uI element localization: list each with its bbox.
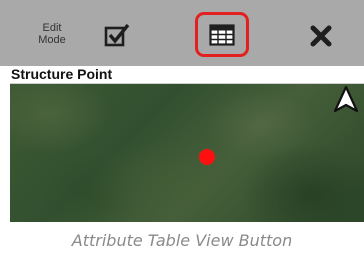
- checkbox-check-icon: [104, 23, 130, 47]
- toolbar: Edit Mode: [0, 0, 364, 66]
- app-screen: Edit Mode Structure Point: [0, 0, 364, 222]
- edit-mode-label-line1: Edit: [42, 22, 62, 34]
- close-icon: [310, 25, 332, 47]
- edit-mode-button[interactable]: Edit Mode: [28, 18, 76, 50]
- attribute-table-view-button[interactable]: [195, 12, 249, 57]
- navigation-arrow-icon[interactable]: [331, 84, 361, 114]
- close-button[interactable]: [307, 22, 335, 50]
- table-icon: [209, 23, 235, 46]
- structure-point-marker[interactable]: [199, 149, 215, 165]
- figure-caption: Attribute Table View Button: [71, 231, 293, 250]
- form-title: Structure Point: [10, 66, 364, 84]
- save-check-button[interactable]: [102, 20, 132, 50]
- edit-mode-label-line2: Mode: [38, 34, 66, 46]
- map-view[interactable]: [10, 84, 364, 222]
